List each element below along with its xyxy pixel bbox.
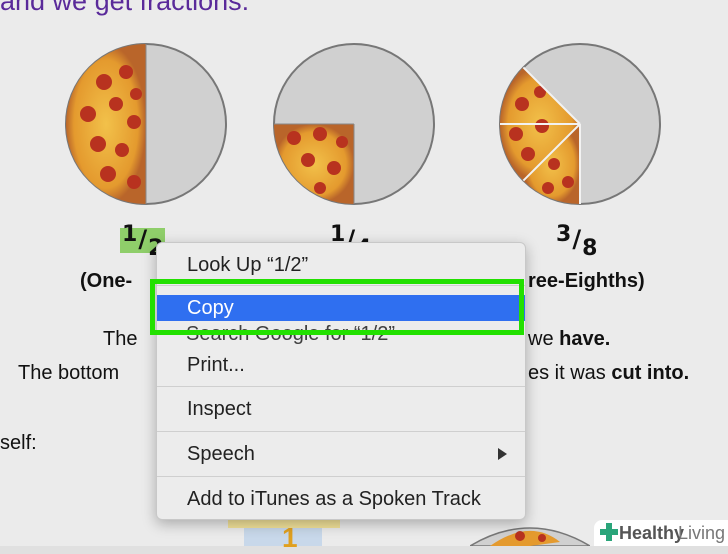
menu-item-label: Inspect — [187, 398, 252, 420]
fraction-numerator: 3 — [556, 222, 572, 247]
menu-item-speech[interactable]: Speech — [157, 442, 525, 466]
body-line2-end: es it was cut into. — [528, 362, 689, 385]
menu-item-label: Add to iTunes as a Spoken Track — [187, 488, 481, 510]
fraction-numerator: 1 — [122, 222, 138, 247]
body-line1-bold: have. — [559, 328, 611, 350]
menu-item-look-up[interactable]: Look Up “1/2” — [157, 253, 525, 277]
body-line2-bold: cut into. — [611, 362, 690, 384]
watermark: Healthy Living — [594, 520, 728, 546]
body-line1-start: The — [103, 328, 138, 350]
menu-item-inspect[interactable]: Inspect — [157, 397, 525, 421]
pizza-one-quarter — [273, 43, 435, 205]
submenu-arrow-icon — [498, 448, 507, 460]
body-line2-mid: es it was — [528, 362, 606, 384]
fraction-denominator: 8 — [582, 236, 598, 261]
caption-one-half: (One- — [80, 270, 133, 292]
bottom-digit: 1 — [282, 522, 298, 553]
menu-separator — [157, 386, 525, 387]
menu-item-print[interactable]: Print... — [157, 353, 525, 377]
body-line3: self: — [0, 432, 37, 454]
menu-separator — [157, 476, 525, 477]
body-line1-end-text: we — [528, 328, 554, 350]
watermark-brand-bold: Healthy — [619, 523, 685, 543]
menu-separator — [157, 431, 525, 432]
fraction-three-eighths: 3/8 — [556, 222, 598, 261]
page-heading: and we get fractions: — [0, 0, 250, 16]
body-line2-start: The bottom — [18, 362, 120, 384]
highlight-box — [150, 279, 524, 335]
menu-item-label: Print... — [187, 354, 245, 376]
menu-item-label: Speech — [187, 443, 255, 465]
caption-three-eighths: ree-Eighths) — [528, 270, 645, 292]
pizza-one-half — [65, 43, 227, 205]
pizza-three-eighths — [499, 43, 661, 205]
watermark-brand-light: Living — [678, 523, 726, 543]
menu-item-label: Look Up “1/2” — [187, 254, 309, 276]
healthy-cross-icon — [600, 523, 618, 541]
body-line1-end: we have. — [528, 328, 610, 351]
menu-item-add-to-itunes[interactable]: Add to iTunes as a Spoken Track — [157, 487, 525, 511]
